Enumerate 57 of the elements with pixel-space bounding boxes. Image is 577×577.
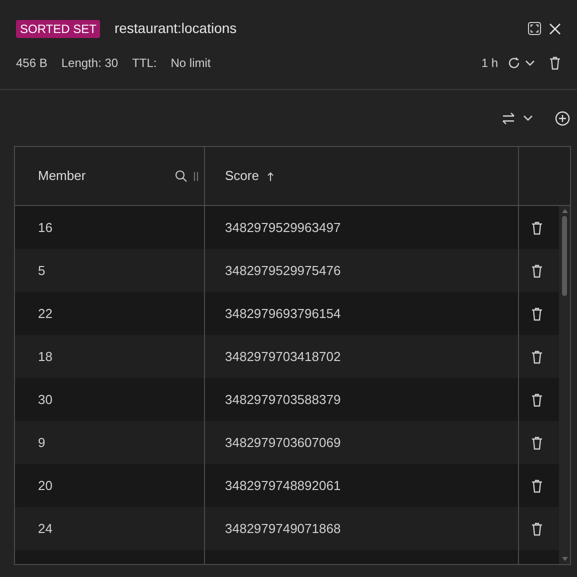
score-cell-text: 3482979693796154: [225, 304, 341, 323]
delete-icon: [531, 220, 543, 234]
delete-member-button[interactable]: [531, 522, 543, 536]
refresh-icon: [508, 57, 520, 69]
score-cell-text: 3482979703588379: [225, 390, 341, 409]
score-cell-text: 3482979529963497: [225, 218, 341, 237]
member-cell-text: 16: [38, 218, 52, 237]
delete-icon: [549, 56, 561, 70]
score-cell-text: 3482979749071868: [225, 520, 341, 538]
delete-icon: [531, 522, 543, 536]
score-cell-text: 3482979748892061: [225, 476, 341, 495]
delete-icon: [531, 264, 543, 278]
member-cell-text: 30: [38, 390, 52, 409]
column-header[interactable]: Member: [15, 147, 205, 205]
refresh-interval: 1 h: [481, 55, 498, 72]
add-icon: [555, 110, 570, 126]
member-cell-text: 18: [38, 348, 52, 366]
delete-member-button[interactable]: [531, 264, 543, 278]
delete-member-button[interactable]: [531, 478, 543, 492]
member-cell-text: 20: [38, 476, 52, 495]
member-cell-text: 24: [38, 520, 52, 538]
fullscreen-icon: [528, 22, 541, 35]
delete-key-button[interactable]: [549, 56, 561, 70]
chevron-down-icon: [523, 115, 533, 121]
delete-icon: [531, 436, 543, 450]
close-icon: [549, 22, 561, 34]
add-member-button[interactable]: [555, 110, 570, 126]
close-button[interactable]: [549, 22, 561, 34]
ttl-label: TTL:: [132, 55, 157, 72]
column-header[interactable]: Score: [205, 147, 519, 205]
delete-icon: [531, 478, 543, 492]
delete-member-button[interactable]: [531, 306, 543, 320]
member-cell-text: 5: [38, 262, 46, 280]
score-cell-text: 3482979529975476: [225, 262, 341, 280]
member-cell-text: 22: [38, 304, 52, 323]
scrollbar[interactable]: [559, 206, 570, 564]
delete-member-button[interactable]: [531, 220, 543, 234]
key-length: Length: 30: [61, 55, 118, 72]
delete-member-button[interactable]: [531, 392, 543, 406]
delete-icon: [531, 306, 543, 320]
delete-member-button[interactable]: [531, 350, 543, 364]
type-badge: SORTED SET: [16, 20, 100, 38]
member-cell-text: 9: [38, 434, 46, 452]
score-cell-text: 3482979703607069: [225, 434, 341, 452]
refresh-button[interactable]: [508, 57, 535, 69]
delete-member-button[interactable]: [531, 436, 543, 450]
score-cell-text: 3482979703418702: [225, 348, 341, 366]
ttl-value: No limit: [170, 55, 211, 72]
key-name: restaurant:locations: [114, 19, 237, 38]
swap-arrows-icon: [502, 112, 515, 124]
chevron-down-icon: [525, 60, 535, 66]
sort-toggle-button[interactable]: [502, 112, 533, 124]
resize-handle-icon: [194, 172, 198, 180]
delete-icon: [531, 350, 543, 364]
delete-icon: [531, 392, 543, 406]
key-size: 456 B: [16, 55, 48, 72]
fullscreen-button[interactable]: [528, 22, 541, 35]
